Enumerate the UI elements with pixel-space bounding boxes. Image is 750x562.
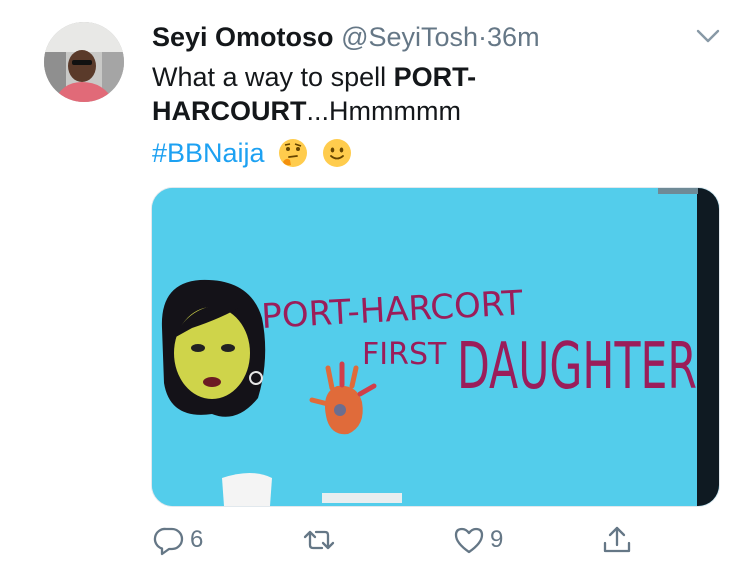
painted-portrait: [161, 279, 266, 417]
tweet-card[interactable]: Seyi Omotoso @SeyiTosh·36m What a way to…: [0, 0, 750, 562]
tweet-text-prefix: What a way to spell: [152, 62, 394, 92]
tweet-actions: 6 9: [0, 520, 750, 560]
separator-dot: ·: [478, 22, 488, 52]
slightly-smiling-face-emoji: [322, 138, 352, 168]
timestamp[interactable]: 36m: [487, 22, 540, 52]
retweet-icon: [303, 530, 335, 550]
thinking-face-emoji: [278, 138, 308, 168]
like-action[interactable]: 9: [452, 520, 503, 560]
retweet-action[interactable]: [302, 520, 340, 560]
author-handle[interactable]: @SeyiTosh: [341, 22, 478, 52]
like-count: 9: [490, 526, 504, 553]
painted-text-first: FIRST: [362, 337, 447, 372]
heart-icon: [454, 527, 484, 554]
share-action[interactable]: [600, 520, 638, 560]
hashtag-link[interactable]: #BBNaija: [152, 138, 265, 168]
chevron-down-icon[interactable]: [694, 22, 722, 50]
tweet-text-suffix: ...Hmmmmm: [306, 96, 461, 126]
avatar[interactable]: [44, 22, 124, 102]
tweet-header: Seyi Omotoso @SeyiTosh·36m: [152, 20, 540, 54]
painted-text-daughter: DAUGHTER: [457, 330, 697, 404]
tweet-text: What a way to spell PORT- HARCOURT...Hmmm…: [152, 60, 722, 128]
tweet-text-bold-port: PORT-: [393, 62, 477, 92]
reply-icon: [153, 527, 184, 556]
author-name[interactable]: Seyi Omotoso: [152, 22, 334, 52]
reply-count: 6: [190, 526, 204, 553]
share-icon: [603, 526, 631, 553]
media-image[interactable]: PORT-HARCORT FIRST DAUGHTER: [151, 187, 720, 507]
reply-action[interactable]: 6: [152, 520, 203, 560]
hashtag-line: #BBNaija: [152, 136, 352, 170]
tweet-text-bold-harcourt: HARCOURT: [152, 96, 307, 126]
